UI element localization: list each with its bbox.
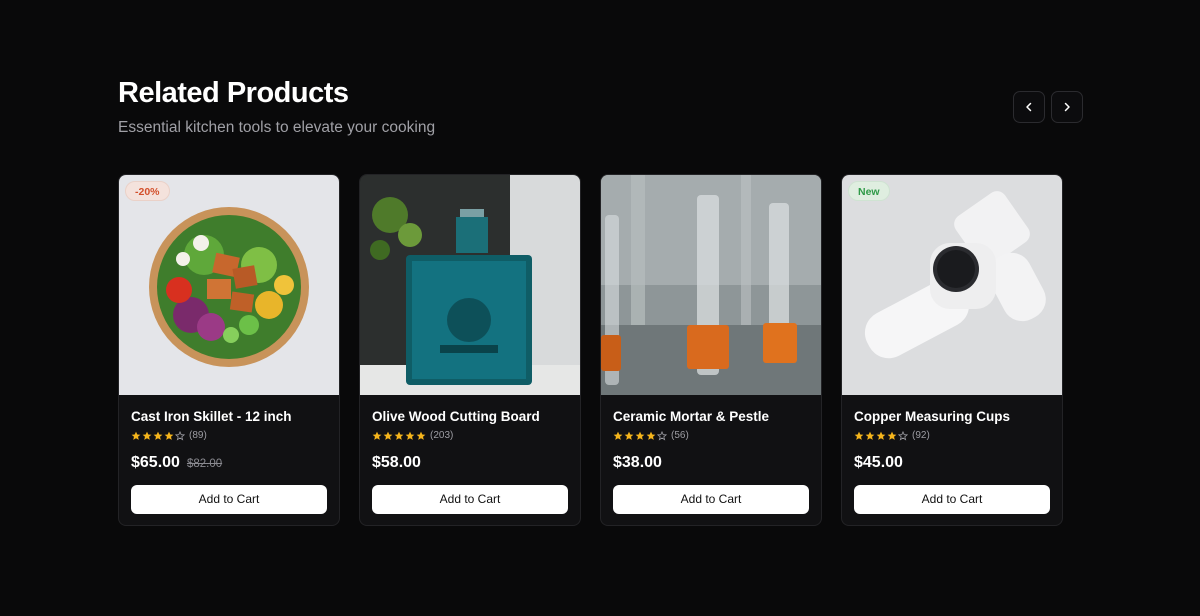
- previous-button[interactable]: [1013, 91, 1045, 123]
- star-filled-icon: [854, 431, 864, 440]
- star-filled-icon: [613, 431, 623, 440]
- next-button[interactable]: [1051, 91, 1083, 123]
- product-price: $58.00: [372, 454, 421, 471]
- star-filled-icon: [372, 431, 382, 440]
- star-rating: [613, 431, 667, 441]
- product-rating: (92): [854, 430, 1050, 442]
- chevron-right-icon: [1064, 102, 1070, 112]
- glass-vials-photo: [601, 175, 821, 395]
- product-image[interactable]: [119, 175, 339, 395]
- section-subtitle: Essential kitchen tools to elevate your …: [118, 119, 436, 136]
- product-card[interactable]: Ceramic Mortar & Pestle (56) $38.00 Add …: [600, 174, 822, 526]
- product-name[interactable]: Cast Iron Skillet - 12 inch: [131, 409, 327, 425]
- product-price: $38.00: [613, 454, 662, 471]
- product-price: $65.00: [131, 454, 180, 471]
- smartwatch-photo: [842, 175, 1062, 395]
- section-title: Related Products: [118, 77, 349, 109]
- star-filled-icon: [142, 431, 152, 440]
- product-image[interactable]: [601, 175, 821, 395]
- star-filled-icon: [876, 431, 886, 440]
- star-filled-icon: [624, 431, 634, 440]
- product-card[interactable]: Olive Wood Cutting Board (203) $58.00 Ad…: [359, 174, 581, 526]
- related-products-section: Related Products Essential kitchen tools…: [118, 76, 1083, 526]
- price-row: $58.00: [372, 454, 568, 472]
- product-rating: (203): [372, 430, 568, 442]
- add-to-cart-button[interactable]: Add to Cart: [372, 485, 568, 514]
- price-row: $65.00 $82.00: [131, 454, 327, 472]
- product-image[interactable]: [360, 175, 580, 395]
- discount-badge: -20%: [125, 181, 170, 201]
- add-to-cart-button[interactable]: Add to Cart: [613, 485, 809, 514]
- star-filled-icon: [865, 431, 875, 440]
- add-to-cart-button[interactable]: Add to Cart: [854, 485, 1050, 514]
- star-filled-icon: [887, 431, 897, 440]
- add-to-cart-button[interactable]: Add to Cart: [131, 485, 327, 514]
- carousel-nav: [1013, 91, 1083, 123]
- product-image[interactable]: [842, 175, 1062, 395]
- review-count: (92): [912, 430, 930, 441]
- price-row: $45.00: [854, 454, 1050, 472]
- original-price: $82.00: [186, 458, 223, 470]
- salad-bowl-photo: [119, 175, 339, 395]
- review-count: (203): [430, 430, 454, 441]
- star-filled-icon: [405, 431, 415, 440]
- star-filled-icon: [635, 431, 645, 440]
- product-card[interactable]: New Copper Measuring Cups (92) $45.00 Ad…: [841, 174, 1063, 526]
- new-badge: New: [848, 181, 890, 201]
- price-row: $38.00: [613, 454, 809, 472]
- star-empty-icon: [898, 431, 908, 441]
- star-empty-icon: [657, 431, 667, 441]
- star-rating: [131, 431, 185, 441]
- star-filled-icon: [131, 431, 141, 440]
- review-count: (56): [671, 430, 689, 441]
- product-name[interactable]: Copper Measuring Cups: [854, 409, 1050, 425]
- star-filled-icon: [383, 431, 393, 440]
- star-filled-icon: [416, 431, 426, 440]
- cologne-bottle-photo: [360, 175, 580, 395]
- product-card[interactable]: -20% Cast Iron Skillet - 12 inch (89) $6…: [118, 174, 340, 526]
- star-filled-icon: [394, 431, 404, 440]
- star-filled-icon: [164, 431, 174, 440]
- star-empty-icon: [175, 431, 185, 441]
- star-filled-icon: [646, 431, 656, 440]
- product-name[interactable]: Ceramic Mortar & Pestle: [613, 409, 809, 425]
- product-rating: (89): [131, 430, 327, 442]
- review-count: (89): [189, 430, 207, 441]
- star-rating: [372, 431, 426, 441]
- star-rating: [854, 431, 908, 441]
- product-price: $45.00: [854, 454, 903, 471]
- product-name[interactable]: Olive Wood Cutting Board: [372, 409, 568, 425]
- product-rating: (56): [613, 430, 809, 442]
- chevron-left-icon: [1026, 102, 1032, 112]
- star-filled-icon: [153, 431, 163, 440]
